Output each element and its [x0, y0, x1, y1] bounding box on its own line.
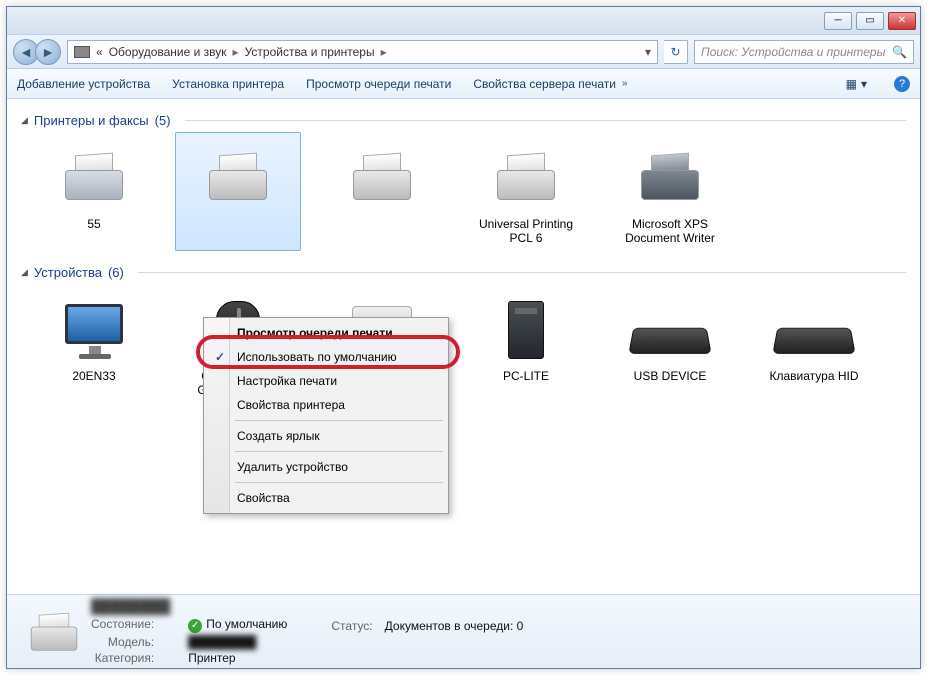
group-count: (6) — [108, 265, 124, 280]
breadcrumb-dropdown-icon[interactable]: ▾ — [645, 45, 651, 59]
group-title: Принтеры и факсы — [34, 113, 149, 128]
printer-item[interactable]: Universal Printing PCL 6 — [463, 132, 589, 251]
device-item[interactable]: PC-LITE — [463, 284, 589, 403]
device-item[interactable]: Клавиатура HID — [751, 284, 877, 403]
address-row: ◄ ► « Оборудование и звук ▸ Устройства и… — [7, 35, 920, 69]
printer-icon — [491, 152, 561, 204]
details-category-label: Категория: — [91, 651, 160, 665]
breadcrumb[interactable]: « Оборудование и звук ▸ Устройства и при… — [67, 40, 658, 64]
ctx-set-default-label: Использовать по умолчанию — [237, 350, 397, 364]
minimize-button[interactable]: ─ — [824, 12, 852, 30]
add-device-button[interactable]: Добавление устройства — [17, 77, 150, 91]
printer-item[interactable] — [319, 132, 445, 251]
ctx-view-queue[interactable]: Просмотр очереди печати — [207, 321, 445, 345]
printer-icon — [203, 152, 273, 204]
item-label: Клавиатура HID — [756, 369, 872, 383]
details-category-value: Принтер — [188, 651, 287, 665]
forward-button[interactable]: ► — [35, 39, 61, 65]
ctx-remove-device[interactable]: Удалить устройство — [207, 455, 445, 479]
pc-icon — [508, 301, 544, 359]
printer-icon — [635, 152, 705, 204]
item-label: 20EN33 — [36, 369, 152, 383]
details-title: ████████ — [91, 598, 241, 614]
printer-item-selected[interactable] — [175, 132, 301, 251]
explorer-window: ─ ▭ ✕ ◄ ► « Оборудование и звук ▸ Устрой… — [6, 6, 921, 669]
breadcrumb-sep: ▸ — [381, 45, 387, 59]
details-state-value: ✓По умолчанию — [188, 617, 287, 633]
details-status-label: Статус: — [331, 619, 378, 633]
group-count: (5) — [155, 113, 171, 128]
help-button[interactable]: ? — [894, 76, 910, 92]
details-state-label: Состояние: — [91, 617, 160, 633]
context-menu: Просмотр очереди печати ✓ Использовать п… — [203, 317, 449, 514]
devices-items: 20EN33 G102 Prodigy Gaming Mouse HID-сов… — [21, 284, 906, 403]
ctx-separator — [235, 420, 443, 421]
ok-icon: ✓ — [188, 619, 202, 633]
refresh-button[interactable]: ↻ — [664, 40, 688, 64]
location-icon — [74, 46, 90, 58]
view-mode-button[interactable]: ▦ ▾ — [841, 74, 872, 94]
group-devices-header[interactable]: ◢ Устройства (6) — [21, 265, 906, 280]
collapse-icon[interactable]: ◢ — [21, 267, 28, 278]
breadcrumb-prefix: « — [96, 45, 103, 59]
collapse-icon[interactable]: ◢ — [21, 115, 28, 126]
item-label: PC-LITE — [468, 369, 584, 383]
ctx-separator — [235, 451, 443, 452]
item-label: Microsoft XPS Document Writer — [612, 217, 728, 246]
nav-buttons: ◄ ► — [13, 39, 61, 65]
details-model-value: ████████ — [188, 635, 287, 649]
fax-icon — [59, 152, 129, 204]
checkmark-icon: ✓ — [215, 350, 225, 364]
titlebar: ─ ▭ ✕ — [7, 7, 920, 35]
group-title: Устройства — [34, 265, 102, 280]
keyboard-icon — [628, 328, 711, 354]
view-queue-button[interactable]: Просмотр очереди печати — [306, 77, 451, 91]
breadcrumb-sep: ▸ — [233, 45, 239, 59]
device-item[interactable]: 20EN33 — [31, 284, 157, 403]
device-item[interactable]: USB DEVICE — [607, 284, 733, 403]
search-icon[interactable]: 🔍 — [892, 45, 907, 59]
search-input[interactable]: Поиск: Устройства и принтеры 🔍 — [694, 40, 914, 64]
item-label: Universal Printing PCL 6 — [468, 217, 584, 246]
command-bar: Добавление устройства Установка принтера… — [7, 69, 920, 99]
details-status-value: Документов в очереди: 0 — [385, 619, 524, 633]
printers-items: 55 Universal Printing PCL 6 Microsoft XP… — [21, 132, 906, 251]
ctx-separator — [235, 482, 443, 483]
details-model-label: Модель: — [91, 635, 160, 649]
server-props-button[interactable]: Свойства сервера печати — [473, 77, 616, 91]
keyboard-icon — [772, 328, 855, 354]
details-thumbnail — [19, 607, 77, 657]
ctx-set-default[interactable]: ✓ Использовать по умолчанию — [207, 345, 445, 369]
monitor-icon — [59, 300, 129, 360]
close-button[interactable]: ✕ — [888, 12, 916, 30]
printer-item[interactable]: 55 — [31, 132, 157, 251]
item-label: USB DEVICE — [612, 369, 728, 383]
overflow-icon[interactable]: » — [622, 78, 628, 89]
breadcrumb-seg2[interactable]: Устройства и принтеры — [245, 45, 375, 59]
printer-icon — [347, 152, 417, 204]
content-pane: ◢ Принтеры и факсы (5) 55 Universal Prin… — [7, 99, 920, 594]
ctx-create-shortcut[interactable]: Создать ярлык — [207, 424, 445, 448]
chevron-down-icon: ▾ — [861, 77, 867, 91]
item-label: 55 — [36, 217, 152, 231]
view-icon: ▦ — [846, 77, 857, 91]
ctx-print-prefs[interactable]: Настройка печати — [207, 369, 445, 393]
details-pane: ████████ Состояние: ✓По умолчанию Модель… — [7, 594, 920, 668]
printer-item[interactable]: Microsoft XPS Document Writer — [607, 132, 733, 251]
add-printer-button[interactable]: Установка принтера — [172, 77, 284, 91]
breadcrumb-seg1[interactable]: Оборудование и звук — [109, 45, 227, 59]
ctx-printer-props[interactable]: Свойства принтера — [207, 393, 445, 417]
ctx-properties[interactable]: Свойства — [207, 486, 445, 510]
maximize-button[interactable]: ▭ — [856, 12, 884, 30]
search-placeholder: Поиск: Устройства и принтеры — [701, 45, 886, 59]
group-printers-header[interactable]: ◢ Принтеры и факсы (5) — [21, 113, 906, 128]
